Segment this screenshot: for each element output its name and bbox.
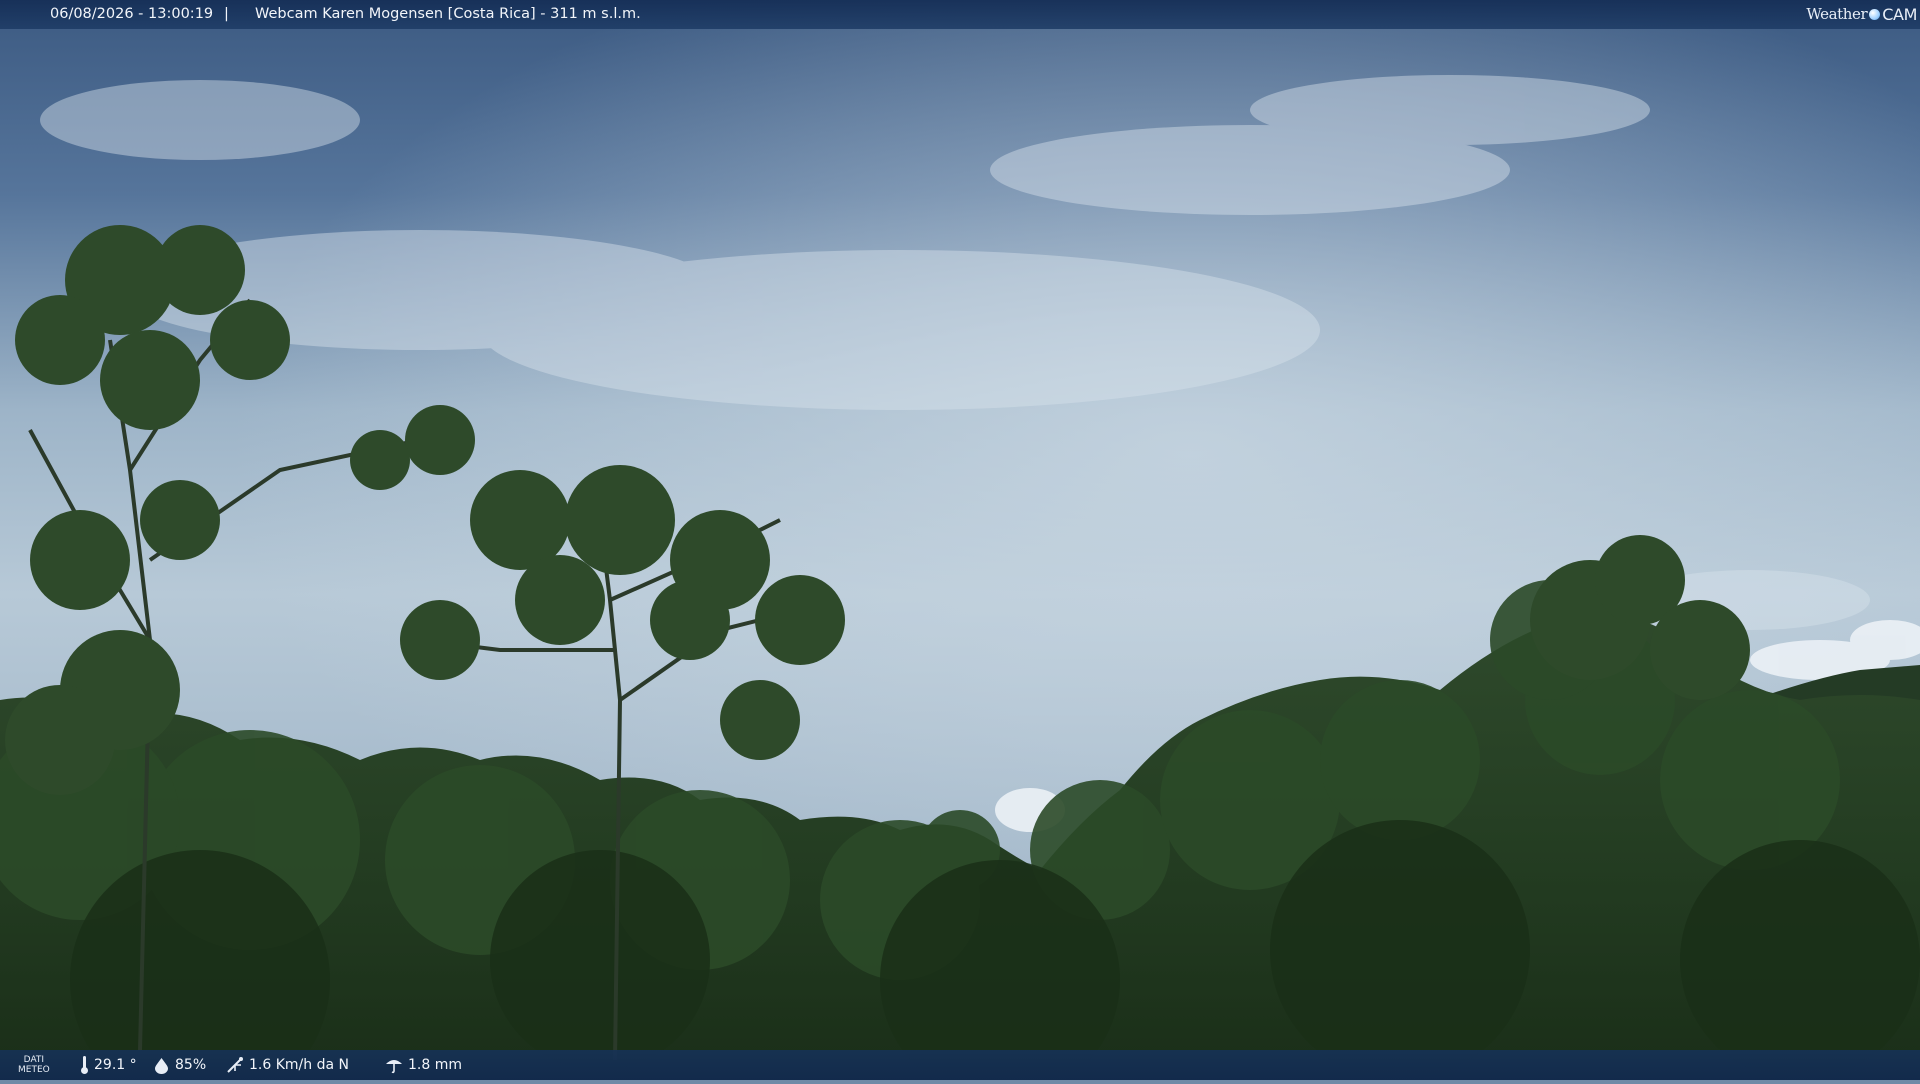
wind-value: 1.6 Km/h da N [249, 1057, 349, 1073]
humidity-value: 85% [175, 1057, 207, 1073]
globe-icon [1869, 9, 1881, 20]
rain-icon [386, 1060, 402, 1074]
logo-cam-text: CAM [1882, 5, 1917, 24]
webcam-title: Webcam Karen Mogensen [Costa Rica] - 311… [255, 6, 641, 22]
weather-data-bar: DATI METEO 29.1 ° 85% 1.6 Km/h da N 1.8 … [0, 1050, 1920, 1080]
humidity-reading: 85% [153, 1050, 206, 1080]
rain-reading: 1.8 mm [385, 1050, 462, 1080]
meteo-label-line2: METEO [18, 1065, 50, 1075]
rain-value: 1.8 mm [408, 1057, 462, 1073]
meteo-label-line1: DATI [23, 1055, 45, 1065]
logo-weather-text: Weather [1806, 5, 1868, 23]
humidity-drop-icon [155, 1057, 168, 1074]
weathercam-logo[interactable]: Weather CAM [1806, 2, 1917, 27]
wind-icon [227, 1057, 243, 1073]
landscape-scene [0, 0, 1920, 1084]
meteo-label: DATI METEO [18, 1055, 50, 1075]
thermometer-icon [81, 1056, 88, 1074]
header-bar: 06/08/2026 - 13:00:19 | Webcam Karen Mog… [0, 0, 1920, 29]
temperature-value: 29.1 ° [94, 1057, 137, 1073]
temperature-reading: 29.1 ° [80, 1050, 137, 1080]
timestamp: 06/08/2026 - 13:00:19 [50, 6, 214, 22]
webcam-image [0, 0, 1920, 1084]
header-separator: | [224, 6, 229, 22]
wind-reading: 1.6 Km/h da N [226, 1050, 349, 1080]
